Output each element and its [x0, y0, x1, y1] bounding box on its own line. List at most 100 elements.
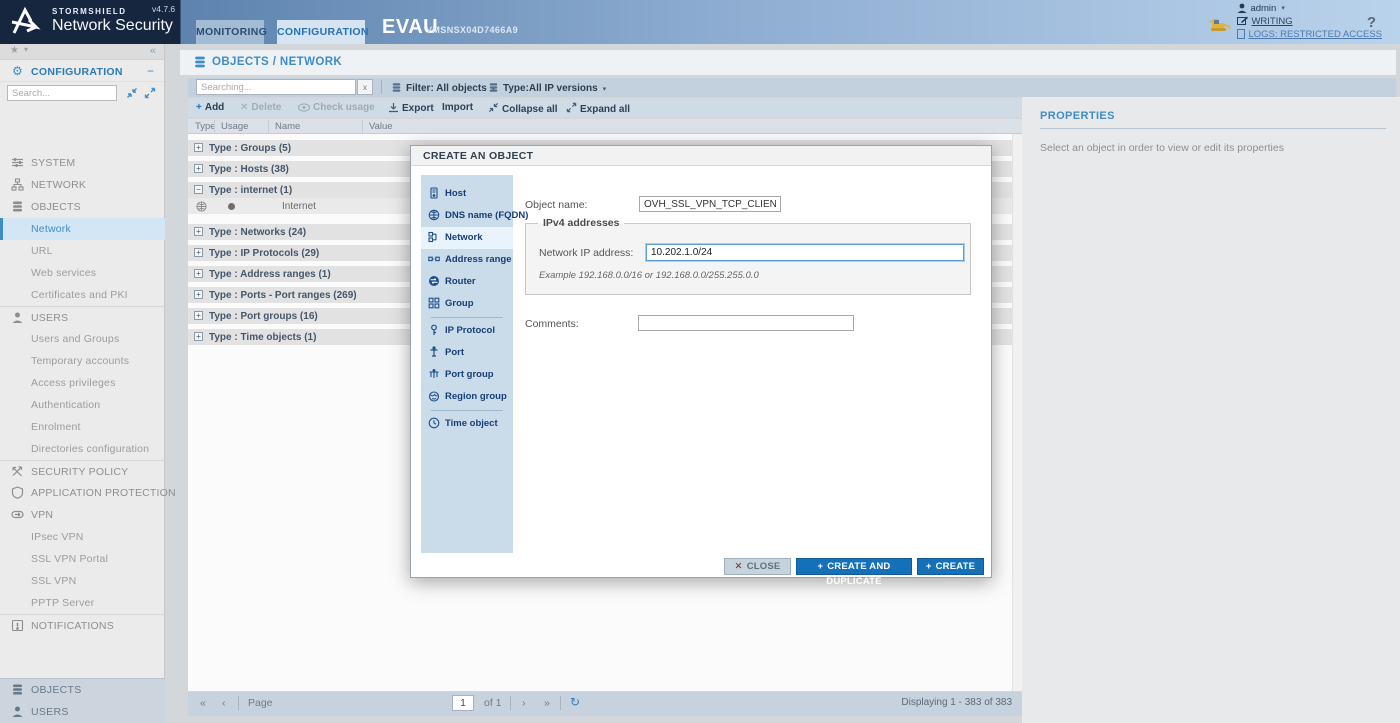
object-search-input[interactable] [196, 79, 356, 95]
add-button[interactable]: +Add [196, 102, 224, 113]
last-page-icon[interactable]: » [544, 697, 550, 709]
first-page-icon[interactable]: « [200, 697, 206, 709]
sidebar-bottom-tabs: OBJECTS USERS [0, 678, 165, 723]
sidebar-item-certificates[interactable]: Certificates and PKI [0, 284, 165, 306]
expand-all-button[interactable]: Expand all [566, 102, 630, 115]
expand-toggle-icon[interactable]: + [194, 290, 203, 299]
column-name[interactable]: Name [275, 121, 300, 132]
menu-item-port-group[interactable]: Port group [421, 364, 513, 386]
tab-monitoring[interactable]: MONITORING [196, 20, 264, 44]
menu-item-group[interactable]: Group [421, 293, 513, 315]
menu-item-dns-name[interactable]: DNS name (FQDN) [421, 205, 513, 227]
tab-configuration[interactable]: CONFIGURATION [277, 20, 365, 44]
sidebar-item-authentication[interactable]: Authentication [0, 394, 165, 416]
check-usage-button[interactable]: Check usage [298, 102, 375, 113]
help-icon[interactable]: ? [1367, 14, 1376, 31]
user-menu[interactable]: admin ▾ [1237, 2, 1382, 14]
appliance-serial: VMSNSX04D7466A9 [426, 25, 518, 35]
create-button[interactable]: +CREATE [917, 558, 984, 575]
collapse-all-button[interactable]: Collapse all [488, 102, 558, 115]
sidebar-item-network[interactable]: Network [0, 218, 165, 240]
menu-item-ip-protocol[interactable]: IP Protocol [421, 320, 513, 342]
expand-toggle-icon[interactable]: + [194, 332, 203, 341]
menu-item-address-range[interactable]: Address range [421, 249, 513, 271]
prev-page-icon[interactable]: ‹ [222, 697, 226, 709]
filter-type-dropdown[interactable]: Type:All IP versions▾ [488, 82, 606, 94]
collapse-all-icon [488, 104, 499, 115]
divider [431, 410, 503, 411]
expand-toggle-icon[interactable]: + [194, 269, 203, 278]
menu-item-port[interactable]: Port [421, 342, 513, 364]
sidebar-item-network-section[interactable]: NETWORK [0, 174, 165, 196]
table-scrollbar[interactable] [1012, 134, 1022, 691]
menu-item-region-group[interactable]: Region group [421, 386, 513, 408]
port-icon [428, 346, 440, 358]
expand-tree-icon[interactable] [144, 87, 156, 99]
create-and-duplicate-button[interactable]: +CREATE AND DUPLICATE [796, 558, 912, 575]
menu-item-network[interactable]: Network [421, 227, 513, 249]
bottom-tab-users[interactable]: USERS [0, 701, 165, 723]
network-ip-input[interactable] [646, 244, 964, 261]
sidebar-item-application-protection[interactable]: APPLICATION PROTECTION [0, 482, 165, 504]
sidebar-item-ipsec-vpn[interactable]: IPsec VPN [0, 526, 165, 548]
sidebar-item-vpn[interactable]: VPN [0, 504, 165, 526]
sidebar-item-web-services[interactable]: Web services [0, 262, 165, 284]
sidebar-item-ssl-vpn-portal[interactable]: SSL VPN Portal [0, 548, 165, 570]
menu-item-time-object[interactable]: Time object [421, 413, 513, 435]
expand-toggle-icon[interactable]: + [194, 248, 203, 257]
delete-button[interactable]: ✕Delete [240, 102, 281, 113]
filter-bar: x Filter: All objects▾ Type:All IP versi… [188, 78, 1396, 97]
bottom-tab-objects[interactable]: OBJECTS [0, 679, 165, 701]
sidebar-item-temporary-accounts[interactable]: Temporary accounts [0, 350, 165, 372]
favorites-star-icon[interactable]: ★ [10, 45, 19, 56]
export-button[interactable]: Export [388, 102, 434, 114]
column-value[interactable]: Value [369, 121, 393, 132]
sidebar-search-input[interactable] [7, 85, 117, 101]
sidebar-item-notifications[interactable]: NOTIFICATIONS [0, 614, 165, 636]
sidebar-item-security-policy[interactable]: SECURITY POLICY [0, 460, 165, 482]
sidebar-item-directories[interactable]: Directories configuration [0, 438, 165, 460]
sidebar-item-users-section[interactable]: USERS [0, 306, 165, 328]
writing-mode-link[interactable]: WRITING [1237, 15, 1382, 27]
host-icon [428, 187, 440, 199]
sidebar-item-enrolment[interactable]: Enrolment [0, 416, 165, 438]
policy-arrows-icon [11, 465, 24, 478]
comments-input[interactable] [638, 315, 854, 331]
divider [381, 80, 382, 94]
sidebar-item-system[interactable]: SYSTEM [0, 152, 165, 174]
clear-search-icon[interactable]: x [357, 79, 373, 95]
sidebar-item-url[interactable]: URL [0, 240, 165, 262]
expand-all-icon [566, 104, 577, 115]
sidebar-item-users-groups[interactable]: Users and Groups [0, 328, 165, 350]
sidebar-item-pptp-server[interactable]: PPTP Server [0, 592, 165, 614]
maintenance-excavator-icon[interactable] [1206, 16, 1232, 33]
filter-objects-dropdown[interactable]: Filter: All objects▾ [391, 82, 495, 94]
expand-toggle-icon[interactable]: + [194, 143, 203, 152]
expand-toggle-icon[interactable]: − [194, 185, 203, 194]
sidebar-item-objects-section[interactable]: OBJECTS [0, 196, 165, 218]
column-usage[interactable]: Usage [221, 121, 248, 132]
collapse-minus-icon[interactable]: − [147, 64, 154, 78]
divider [214, 120, 215, 133]
divider [431, 317, 503, 318]
logs-access-link[interactable]: LOGS: RESTRICTED ACCESS [1237, 28, 1382, 40]
sidebar-collapse-icon[interactable]: « [150, 45, 156, 57]
menu-item-router[interactable]: Router [421, 271, 513, 293]
favorites-caret-icon[interactable]: ▾ [24, 45, 28, 54]
expand-toggle-icon[interactable]: + [194, 227, 203, 236]
next-page-icon[interactable]: › [522, 697, 526, 709]
close-button[interactable]: ✕CLOSE [724, 558, 791, 575]
menu-item-host[interactable]: Host [421, 183, 513, 205]
configuration-header[interactable]: ⚙ CONFIGURATION − [0, 60, 164, 82]
expand-toggle-icon[interactable]: + [194, 311, 203, 320]
expand-toggle-icon[interactable]: + [194, 164, 203, 173]
import-button[interactable]: Import [442, 102, 473, 113]
refresh-icon[interactable]: ↻ [570, 695, 580, 709]
column-type[interactable]: Type [195, 121, 216, 132]
collapse-tree-icon[interactable] [126, 87, 138, 99]
page-title-bar: OBJECTS / NETWORK [180, 50, 1396, 75]
sidebar-item-ssl-vpn[interactable]: SSL VPN [0, 570, 165, 592]
page-number-input[interactable] [452, 695, 474, 711]
sidebar-item-access-privileges[interactable]: Access privileges [0, 372, 165, 394]
object-name-input[interactable] [639, 196, 781, 212]
